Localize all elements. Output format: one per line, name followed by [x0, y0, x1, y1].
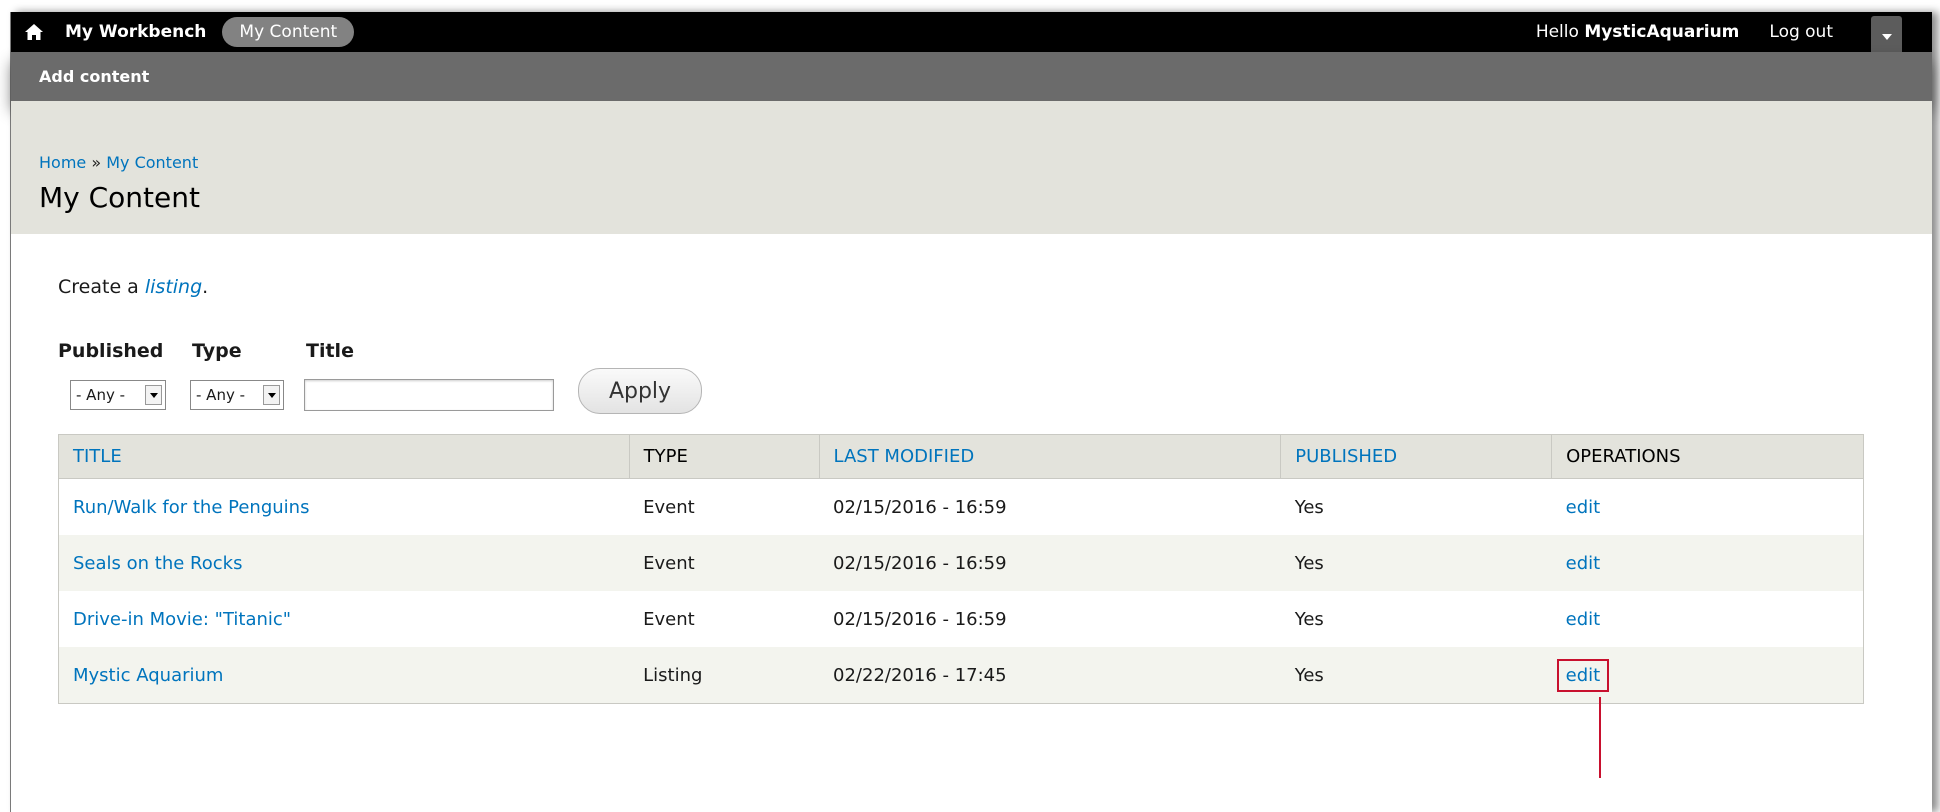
- edit-link[interactable]: edit: [1566, 497, 1601, 518]
- title-cell: Run/Walk for the Penguins: [58, 478, 630, 535]
- breadcrumb-home[interactable]: Home: [39, 153, 86, 172]
- title-filter-label: Title: [306, 340, 354, 362]
- home-icon[interactable]: [11, 12, 57, 52]
- column-last-modified-header[interactable]: LAST MODIFIED: [819, 434, 1282, 479]
- admin-toolbar: My Workbench My Content Hello MysticAqua…: [11, 12, 1932, 52]
- modified-cell: 02/15/2016 - 16:59: [819, 535, 1281, 591]
- my-workbench-link[interactable]: My Workbench: [57, 22, 222, 42]
- shortcut-bar: Add content: [11, 52, 1932, 101]
- column-operations-header: OPERATIONS: [1551, 434, 1864, 479]
- published-cell: Yes: [1280, 647, 1552, 704]
- apply-button[interactable]: Apply: [578, 368, 702, 414]
- title-cell: Mystic Aquarium: [58, 647, 630, 704]
- operations-cell: edit: [1551, 647, 1864, 704]
- type-select-value: - Any -: [196, 386, 246, 404]
- table-row: Mystic Aquarium Listing 02/22/2016 - 17:…: [58, 647, 1864, 704]
- column-published-header[interactable]: PUBLISHED: [1280, 434, 1553, 479]
- breadcrumb-separator: »: [86, 153, 107, 172]
- type-cell: Event: [629, 478, 820, 535]
- type-filter-label: Type: [192, 340, 242, 362]
- type-cell: Event: [629, 591, 820, 647]
- annotation-callout-line: [1599, 697, 1601, 778]
- edit-link[interactable]: edit: [1566, 553, 1601, 574]
- operations-cell: edit: [1551, 478, 1864, 535]
- published-cell: Yes: [1280, 591, 1552, 647]
- modified-cell: 02/15/2016 - 16:59: [819, 591, 1281, 647]
- table-row: Drive-in Movie: "Titanic" Event 02/15/20…: [58, 591, 1864, 647]
- modified-cell: 02/22/2016 - 17:45: [819, 647, 1281, 704]
- toggle-drawer-button[interactable]: [1871, 16, 1902, 52]
- modified-cell: 02/15/2016 - 16:59: [819, 478, 1281, 535]
- column-title-header[interactable]: TITLE: [58, 434, 630, 479]
- create-prefix: Create a: [58, 276, 145, 298]
- page-header: Home » My Content My Content: [11, 101, 1932, 234]
- chevron-down-icon: [145, 385, 162, 405]
- breadcrumb: Home » My Content: [39, 153, 198, 172]
- published-select-value: - Any -: [76, 386, 126, 404]
- toolbar-user-area: Hello MysticAquarium Log out: [1536, 12, 1932, 52]
- logout-link[interactable]: Log out: [1769, 22, 1833, 42]
- create-suffix: .: [202, 276, 209, 298]
- table-row: Seals on the Rocks Event 02/15/2016 - 16…: [58, 535, 1864, 591]
- content-title-link[interactable]: Mystic Aquarium: [73, 665, 223, 686]
- chevron-down-icon: [263, 385, 280, 405]
- published-cell: Yes: [1280, 478, 1552, 535]
- title-cell: Seals on the Rocks: [58, 535, 630, 591]
- operations-cell: edit: [1551, 535, 1864, 591]
- content-title-link[interactable]: Drive-in Movie: "Titanic": [73, 609, 291, 630]
- type-select[interactable]: - Any -: [190, 380, 284, 410]
- create-listing-link[interactable]: listing: [145, 276, 202, 298]
- create-listing-text: Create a listing.: [58, 276, 208, 298]
- published-cell: Yes: [1280, 535, 1552, 591]
- edit-link[interactable]: edit: [1566, 609, 1601, 630]
- content-table: TITLE TYPE LAST MODIFIED PUBLISHED OPERA…: [58, 434, 1864, 704]
- my-content-tab[interactable]: My Content: [222, 17, 355, 47]
- published-filter-label: Published: [58, 340, 164, 362]
- content-title-link[interactable]: Seals on the Rocks: [73, 553, 242, 574]
- greeting-prefix: Hello: [1535, 22, 1585, 42]
- table-header-row: TITLE TYPE LAST MODIFIED PUBLISHED OPERA…: [58, 434, 1864, 479]
- title-filter-input[interactable]: [304, 379, 554, 411]
- table-row: Run/Walk for the Penguins Event 02/15/20…: [58, 478, 1864, 535]
- published-select[interactable]: - Any -: [70, 380, 166, 410]
- page-title: My Content: [39, 181, 200, 214]
- content-title-link[interactable]: Run/Walk for the Penguins: [73, 497, 309, 518]
- add-content-link[interactable]: Add content: [39, 67, 149, 86]
- type-cell: Listing: [629, 647, 820, 704]
- operations-cell: edit: [1551, 591, 1864, 647]
- user-greeting: Hello MysticAquarium: [1536, 22, 1740, 42]
- breadcrumb-my-content[interactable]: My Content: [106, 153, 198, 172]
- username[interactable]: MysticAquarium: [1584, 22, 1739, 42]
- column-type-header: TYPE: [629, 434, 820, 479]
- type-cell: Event: [629, 535, 820, 591]
- title-cell: Drive-in Movie: "Titanic": [58, 591, 630, 647]
- edit-link-highlighted[interactable]: edit: [1556, 658, 1610, 692]
